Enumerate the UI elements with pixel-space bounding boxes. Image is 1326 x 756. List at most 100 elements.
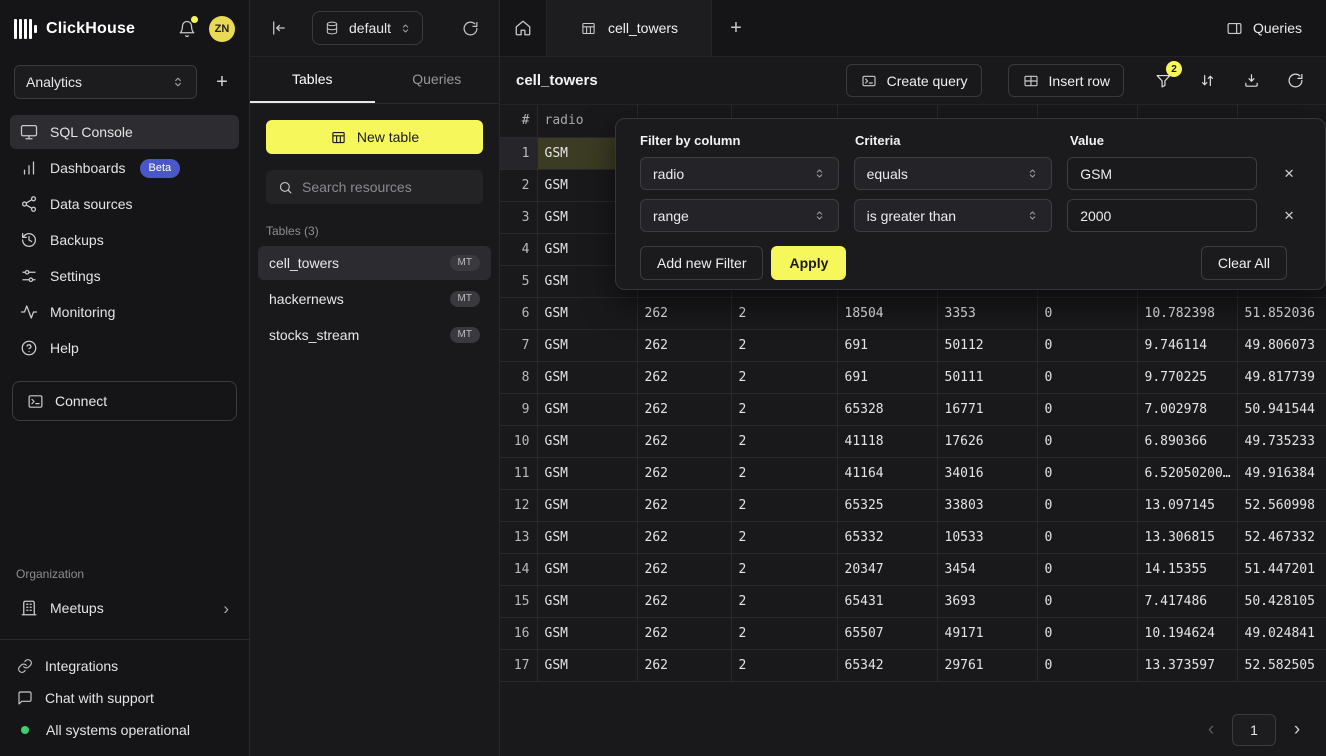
cell[interactable]: GSM <box>537 361 637 393</box>
cell[interactable]: 49.024841 <box>1237 617 1326 649</box>
cell[interactable]: 262 <box>637 457 731 489</box>
cell[interactable]: 52.560998 <box>1237 489 1326 521</box>
cell[interactable]: 0 <box>1037 425 1137 457</box>
cell[interactable]: 41118 <box>837 425 937 457</box>
tab-queries[interactable]: Queries <box>375 57 500 103</box>
table-row[interactable]: 15GSM262265431369307.41748650.428105 <box>500 585 1326 617</box>
cell[interactable]: 2 <box>731 457 837 489</box>
filter-column-select[interactable]: range <box>640 199 839 232</box>
remove-filter-icon[interactable]: ✕ <box>1277 204 1301 228</box>
table-row[interactable]: 17GSM26226534229761013.37359752.582505 <box>500 649 1326 681</box>
prev-page-icon[interactable]: ‹ <box>1196 714 1226 746</box>
cell[interactable]: 65328 <box>837 393 937 425</box>
cell[interactable]: 0 <box>1037 553 1137 585</box>
table-row[interactable]: 11GSM2622411643401606.52050200…49.916384 <box>500 457 1326 489</box>
sidebar-item-monitoring[interactable]: Monitoring <box>10 295 239 329</box>
workspace-selector[interactable]: Analytics <box>14 65 197 99</box>
tab-cell-towers-main[interactable]: cell_towers <box>546 0 712 56</box>
cell[interactable]: 6.52050200… <box>1137 457 1237 489</box>
sidebar-item-help[interactable]: Help <box>10 331 239 365</box>
cell[interactable]: 65332 <box>837 521 937 553</box>
insert-row-button[interactable]: Insert row <box>1008 64 1124 97</box>
database-selector[interactable]: default <box>312 11 423 45</box>
cell[interactable]: 50112 <box>937 329 1037 361</box>
cell[interactable]: GSM <box>537 585 637 617</box>
cell[interactable]: GSM <box>537 553 637 585</box>
table-row[interactable]: 9GSM2622653281677107.00297850.941544 <box>500 393 1326 425</box>
cell[interactable]: 262 <box>637 649 731 681</box>
cell[interactable]: 0 <box>1037 361 1137 393</box>
sidebar-item-data-sources[interactable]: Data sources <box>10 187 239 221</box>
table-row[interactable]: 16GSM26226550749171010.19462449.024841 <box>500 617 1326 649</box>
cell[interactable]: 9.770225 <box>1137 361 1237 393</box>
cell[interactable]: 9.746114 <box>1137 329 1237 361</box>
cell[interactable]: 50.941544 <box>1237 393 1326 425</box>
cell[interactable]: 7.417486 <box>1137 585 1237 617</box>
chat-support-link[interactable]: Chat with support <box>16 684 233 712</box>
cell[interactable]: 262 <box>637 393 731 425</box>
cell[interactable]: 20347 <box>837 553 937 585</box>
cell[interactable]: 65507 <box>837 617 937 649</box>
cell[interactable]: 0 <box>1037 585 1137 617</box>
cell[interactable]: 49171 <box>937 617 1037 649</box>
integrations-link[interactable]: Integrations <box>16 652 233 680</box>
refresh-button[interactable] <box>1280 64 1310 97</box>
cell[interactable]: 262 <box>637 425 731 457</box>
cell[interactable]: GSM <box>537 393 637 425</box>
table-row[interactable]: 7GSM26226915011209.74611449.806073 <box>500 329 1326 361</box>
apply-button[interactable]: Apply <box>771 246 846 280</box>
cell[interactable]: 0 <box>1037 297 1137 329</box>
cell[interactable]: 50.428105 <box>1237 585 1326 617</box>
table-row[interactable]: 10GSM2622411181762606.89036649.735233 <box>500 425 1326 457</box>
cell[interactable]: 52.467332 <box>1237 521 1326 553</box>
cell[interactable]: 691 <box>837 361 937 393</box>
cell[interactable]: 16771 <box>937 393 1037 425</box>
cell[interactable]: GSM <box>537 457 637 489</box>
cell[interactable]: 262 <box>637 489 731 521</box>
cell[interactable]: 2 <box>731 617 837 649</box>
tab-tables[interactable]: Tables <box>250 57 375 103</box>
col-header-num[interactable]: # <box>500 105 537 137</box>
cell[interactable]: 14.15355 <box>1137 553 1237 585</box>
cell[interactable]: 262 <box>637 585 731 617</box>
cell[interactable]: 0 <box>1037 393 1137 425</box>
connect-button[interactable]: Connect <box>12 381 237 421</box>
cell[interactable]: 7.002978 <box>1137 393 1237 425</box>
cell[interactable]: 3353 <box>937 297 1037 329</box>
cell[interactable]: 10533 <box>937 521 1037 553</box>
cell[interactable]: 33803 <box>937 489 1037 521</box>
filter-value-input[interactable] <box>1067 199 1257 232</box>
sidebar-item-settings[interactable]: Settings <box>10 259 239 293</box>
cell[interactable]: 262 <box>637 521 731 553</box>
cell[interactable]: 13.306815 <box>1137 521 1237 553</box>
cell[interactable]: 262 <box>637 329 731 361</box>
cell[interactable]: 2 <box>731 585 837 617</box>
cell[interactable]: GSM <box>537 617 637 649</box>
cell[interactable]: 49.806073 <box>1237 329 1326 361</box>
cell[interactable]: 2 <box>731 521 837 553</box>
avatar[interactable]: ZN <box>209 16 235 42</box>
home-button[interactable] <box>500 0 546 56</box>
cell[interactable]: 52.582505 <box>1237 649 1326 681</box>
cell[interactable]: 0 <box>1037 457 1137 489</box>
table-row[interactable]: 12GSM26226532533803013.09714552.560998 <box>500 489 1326 521</box>
cell[interactable]: 0 <box>1037 489 1137 521</box>
table-list-item-cell-towers[interactable]: cell_towers MT <box>258 246 491 280</box>
clear-all-button[interactable]: Clear All <box>1201 246 1287 280</box>
cell[interactable]: 29761 <box>937 649 1037 681</box>
cell[interactable]: GSM <box>537 329 637 361</box>
cell[interactable]: 41164 <box>837 457 937 489</box>
cell[interactable]: GSM <box>537 521 637 553</box>
cell[interactable]: 0 <box>1037 329 1137 361</box>
table-list-item-stocks-stream[interactable]: stocks_stream MT <box>258 318 491 352</box>
sidebar-item-meetups[interactable]: Meetups › <box>10 591 239 625</box>
cell[interactable]: 0 <box>1037 521 1137 553</box>
cell[interactable]: 50111 <box>937 361 1037 393</box>
cell[interactable]: GSM <box>537 489 637 521</box>
cell[interactable]: 49.916384 <box>1237 457 1326 489</box>
cell[interactable]: 65431 <box>837 585 937 617</box>
cell[interactable]: 49.735233 <box>1237 425 1326 457</box>
collapse-panel-icon[interactable] <box>270 19 288 37</box>
create-query-button[interactable]: Create query <box>846 64 982 97</box>
remove-filter-icon[interactable]: ✕ <box>1277 162 1301 186</box>
